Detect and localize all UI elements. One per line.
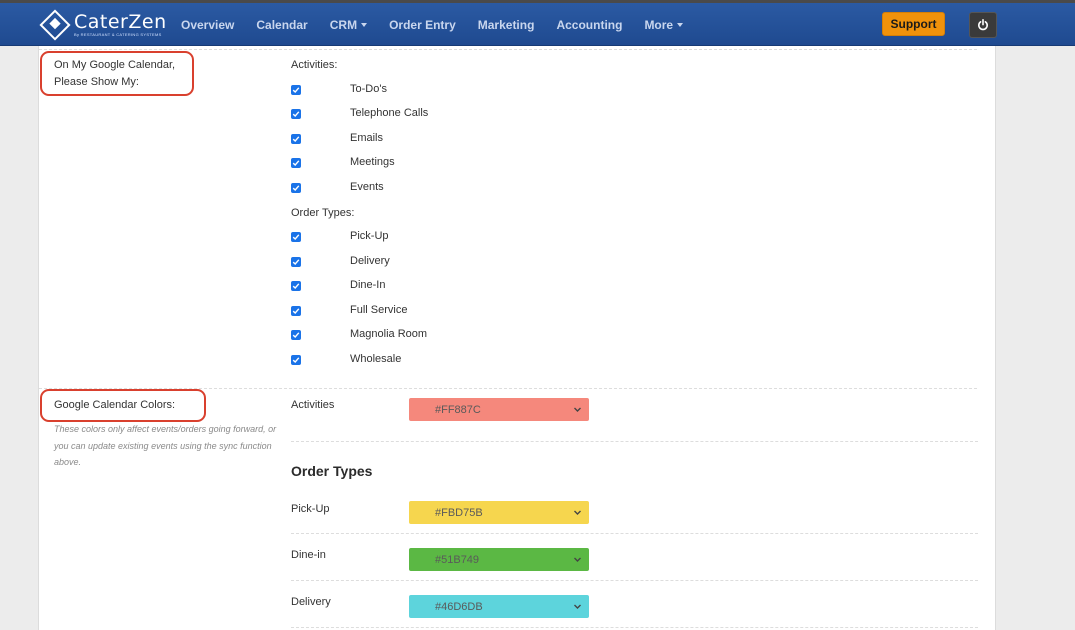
check-icon[interactable] bbox=[291, 355, 301, 365]
checkbox-label: Magnolia Room bbox=[350, 328, 428, 340]
nav-marketing[interactable]: Marketing bbox=[478, 18, 535, 32]
check-icon[interactable] bbox=[291, 85, 301, 95]
dine-in-color-label: Dine-in bbox=[291, 549, 326, 561]
settings-panel bbox=[38, 46, 996, 630]
brand-logo[interactable]: CaterZen By RESTAURANT & CATERING SYSTEM… bbox=[39, 9, 167, 41]
checkbox-todos[interactable]: To-Do's bbox=[291, 82, 387, 98]
check-icon[interactable] bbox=[291, 109, 301, 119]
divider bbox=[291, 627, 978, 628]
nav-crm[interactable]: CRM bbox=[329, 17, 368, 32]
divider bbox=[291, 533, 978, 534]
nav-calendar[interactable]: Calendar bbox=[256, 18, 307, 32]
checkbox-label: Dine-In bbox=[350, 279, 386, 291]
caterzen-logo-icon bbox=[39, 9, 71, 41]
checkbox-label: Events bbox=[350, 181, 384, 193]
check-icon[interactable] bbox=[291, 281, 301, 291]
color-value: #51B749 bbox=[435, 553, 480, 566]
checkbox-label: Wholesale bbox=[350, 353, 402, 365]
show-label-line1: On My Google Calendar, bbox=[54, 59, 176, 71]
nav-accounting[interactable]: Accounting bbox=[556, 18, 622, 32]
nav-more[interactable]: More bbox=[644, 17, 684, 32]
nav-order-entry[interactable]: Order Entry bbox=[389, 18, 456, 32]
checkbox-dine-in[interactable]: Dine-In bbox=[291, 278, 385, 294]
color-value: #FBD75B bbox=[435, 506, 483, 519]
chevron-down-icon bbox=[361, 23, 368, 28]
power-icon bbox=[978, 19, 988, 31]
checkbox-pick-up[interactable]: Pick-Up bbox=[291, 229, 389, 245]
divider bbox=[291, 580, 978, 581]
check-icon[interactable] bbox=[291, 158, 301, 168]
show-label-line2: Please Show My: bbox=[54, 76, 139, 88]
check-icon[interactable] bbox=[291, 134, 301, 144]
activities-color-label: Activities bbox=[291, 399, 335, 411]
checkbox-emails[interactable]: Emails bbox=[291, 131, 383, 147]
activities-header: Activities: bbox=[291, 59, 338, 71]
check-icon[interactable] bbox=[291, 257, 301, 267]
checkbox-label: To-Do's bbox=[350, 83, 387, 95]
colors-section-label: Google Calendar Colors: bbox=[54, 399, 176, 411]
logout-button[interactable] bbox=[969, 12, 997, 38]
checkbox-label: Meetings bbox=[350, 156, 395, 168]
checkbox-label: Telephone Calls bbox=[350, 107, 429, 119]
check-icon[interactable] bbox=[291, 306, 301, 316]
checkbox-full-service[interactable]: Full Service bbox=[291, 303, 407, 319]
chevron-down-icon bbox=[574, 557, 581, 562]
color-value: #FF887C bbox=[435, 403, 481, 416]
check-icon[interactable] bbox=[291, 232, 301, 242]
nav-crm-label: CRM bbox=[329, 17, 358, 32]
checkbox-label: Emails bbox=[350, 132, 384, 144]
chevron-down-icon bbox=[574, 510, 581, 515]
checkbox-magnolia-room[interactable]: Magnolia Room bbox=[291, 327, 427, 343]
checkbox-label: Full Service bbox=[350, 304, 408, 316]
chevron-down-icon bbox=[574, 407, 581, 412]
colors-note: These colors only affect events/orders g… bbox=[54, 424, 277, 467]
nav-more-label: More bbox=[644, 17, 674, 32]
check-icon[interactable] bbox=[291, 330, 301, 340]
pick-up-color-select[interactable]: #FBD75B bbox=[409, 501, 589, 524]
chevron-down-icon bbox=[574, 604, 581, 609]
nav-menu: Overview Calendar CRM Order Entry Market… bbox=[181, 3, 705, 46]
checkbox-wholesale[interactable]: Wholesale bbox=[291, 352, 401, 368]
checkbox-telephone-calls[interactable]: Telephone Calls bbox=[291, 106, 428, 122]
divider bbox=[39, 49, 977, 50]
order-types-header: Order Types: bbox=[291, 207, 355, 219]
divider bbox=[291, 441, 978, 442]
chevron-down-icon bbox=[677, 23, 684, 28]
brand-name: CaterZen bbox=[74, 11, 167, 33]
nav-overview[interactable]: Overview bbox=[181, 18, 234, 32]
navbar: CaterZen By RESTAURANT & CATERING SYSTEM… bbox=[0, 3, 1075, 46]
delivery-color-select[interactable]: #46D6DB bbox=[409, 595, 589, 618]
checkbox-meetings[interactable]: Meetings bbox=[291, 155, 395, 171]
checkbox-label: Pick-Up bbox=[350, 230, 389, 242]
pick-up-color-label: Pick-Up bbox=[291, 503, 330, 515]
activities-color-select[interactable]: #FF887C bbox=[409, 398, 589, 421]
show-section-label: On My Google Calendar, Please Show My: bbox=[54, 57, 175, 91]
dine-in-color-select[interactable]: #51B749 bbox=[409, 548, 589, 571]
brand-subtitle: By RESTAURANT & CATERING SYSTEMS bbox=[74, 32, 162, 37]
order-types-heading: Order Types bbox=[291, 463, 373, 479]
checkbox-label: Delivery bbox=[350, 255, 390, 267]
color-value: #46D6DB bbox=[435, 600, 483, 613]
delivery-color-label: Delivery bbox=[291, 596, 331, 608]
checkbox-events[interactable]: Events bbox=[291, 180, 384, 196]
support-button[interactable]: Support bbox=[882, 12, 945, 36]
checkbox-delivery[interactable]: Delivery bbox=[291, 254, 390, 270]
check-icon[interactable] bbox=[291, 183, 301, 193]
